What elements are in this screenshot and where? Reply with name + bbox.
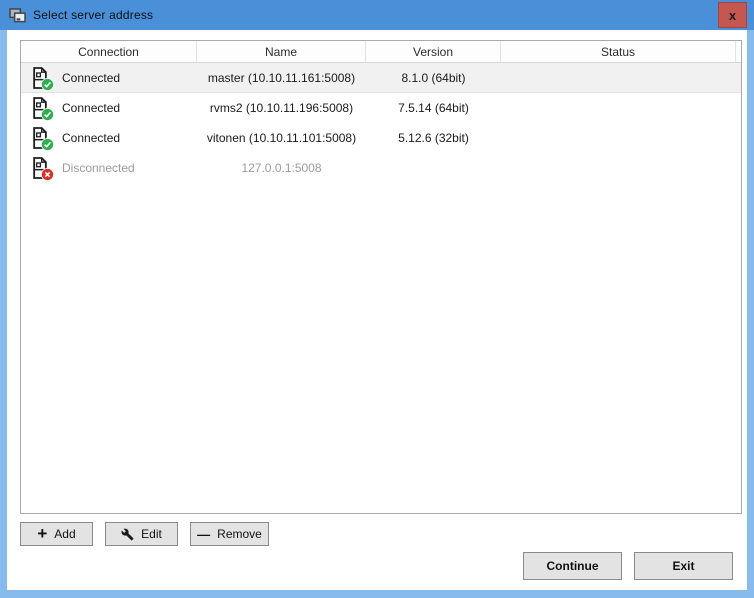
table-header-row: ConnectionNameVersionStatus — [21, 41, 741, 63]
server-status — [501, 93, 736, 123]
remove-button-label: Remove — [217, 527, 262, 541]
column-header-status[interactable]: Status — [501, 41, 736, 62]
server-version: 8.1.0 (64bit) — [366, 63, 501, 92]
server-status — [501, 153, 736, 183]
server-icon — [30, 126, 51, 150]
minus-icon: — — [197, 528, 210, 541]
table-body: Connected master (10.10.11.161:5008) 8.1… — [21, 63, 741, 183]
exit-button[interactable]: Exit — [634, 552, 733, 580]
continue-button[interactable]: Continue — [523, 552, 622, 580]
server-icon — [30, 96, 51, 120]
server-row[interactable]: Connected rvms2 (10.10.11.196:5008) 7.5.… — [21, 93, 741, 123]
edit-button[interactable]: Edit — [105, 522, 178, 546]
window-title: Select server address — [33, 8, 153, 22]
connection-status-label: Connected — [62, 71, 120, 85]
server-icon — [30, 66, 51, 90]
titlebar[interactable]: Select server address x — [0, 0, 754, 30]
server-version — [366, 153, 501, 183]
server-row[interactable]: Connected vitonen (10.10.11.101:5008) 5.… — [21, 123, 741, 153]
connected-check-icon — [41, 108, 54, 121]
remove-button[interactable]: — Remove — [190, 522, 269, 546]
plus-icon: + — [37, 525, 47, 542]
server-row[interactable]: Disconnected 127.0.0.1:5008 — [21, 153, 741, 183]
add-button[interactable]: + Add — [20, 522, 93, 546]
column-header-sliver — [736, 41, 741, 62]
app-icon — [9, 8, 26, 23]
connection-status-label: Disconnected — [62, 161, 135, 175]
server-table: ConnectionNameVersionStatus — [20, 40, 742, 514]
server-name: rvms2 (10.10.11.196:5008) — [197, 93, 366, 123]
add-button-label: Add — [54, 527, 75, 541]
connection-status-label: Connected — [62, 131, 120, 145]
connected-check-icon — [41, 78, 54, 91]
select-server-dialog: Select server address x ConnectionNameVe… — [0, 0, 754, 598]
column-header-version[interactable]: Version — [366, 41, 501, 62]
connected-check-icon — [41, 138, 54, 151]
server-icon — [30, 156, 51, 180]
column-header-name[interactable]: Name — [197, 41, 366, 62]
server-version: 5.12.6 (32bit) — [366, 123, 501, 153]
server-status — [501, 123, 736, 153]
server-status — [501, 63, 736, 92]
server-name: master (10.10.11.161:5008) — [197, 63, 366, 92]
connection-status-label: Connected — [62, 101, 120, 115]
edit-button-label: Edit — [141, 527, 162, 541]
server-row[interactable]: Connected master (10.10.11.161:5008) 8.1… — [21, 63, 741, 93]
wrench-icon — [121, 528, 134, 541]
column-header-connection[interactable]: Connection — [21, 41, 197, 62]
close-button[interactable]: x — [718, 2, 747, 28]
disconnected-x-icon — [41, 168, 54, 181]
server-name: vitonen (10.10.11.101:5008) — [197, 123, 366, 153]
server-name: 127.0.0.1:5008 — [197, 153, 366, 183]
server-version: 7.5.14 (64bit) — [366, 93, 501, 123]
